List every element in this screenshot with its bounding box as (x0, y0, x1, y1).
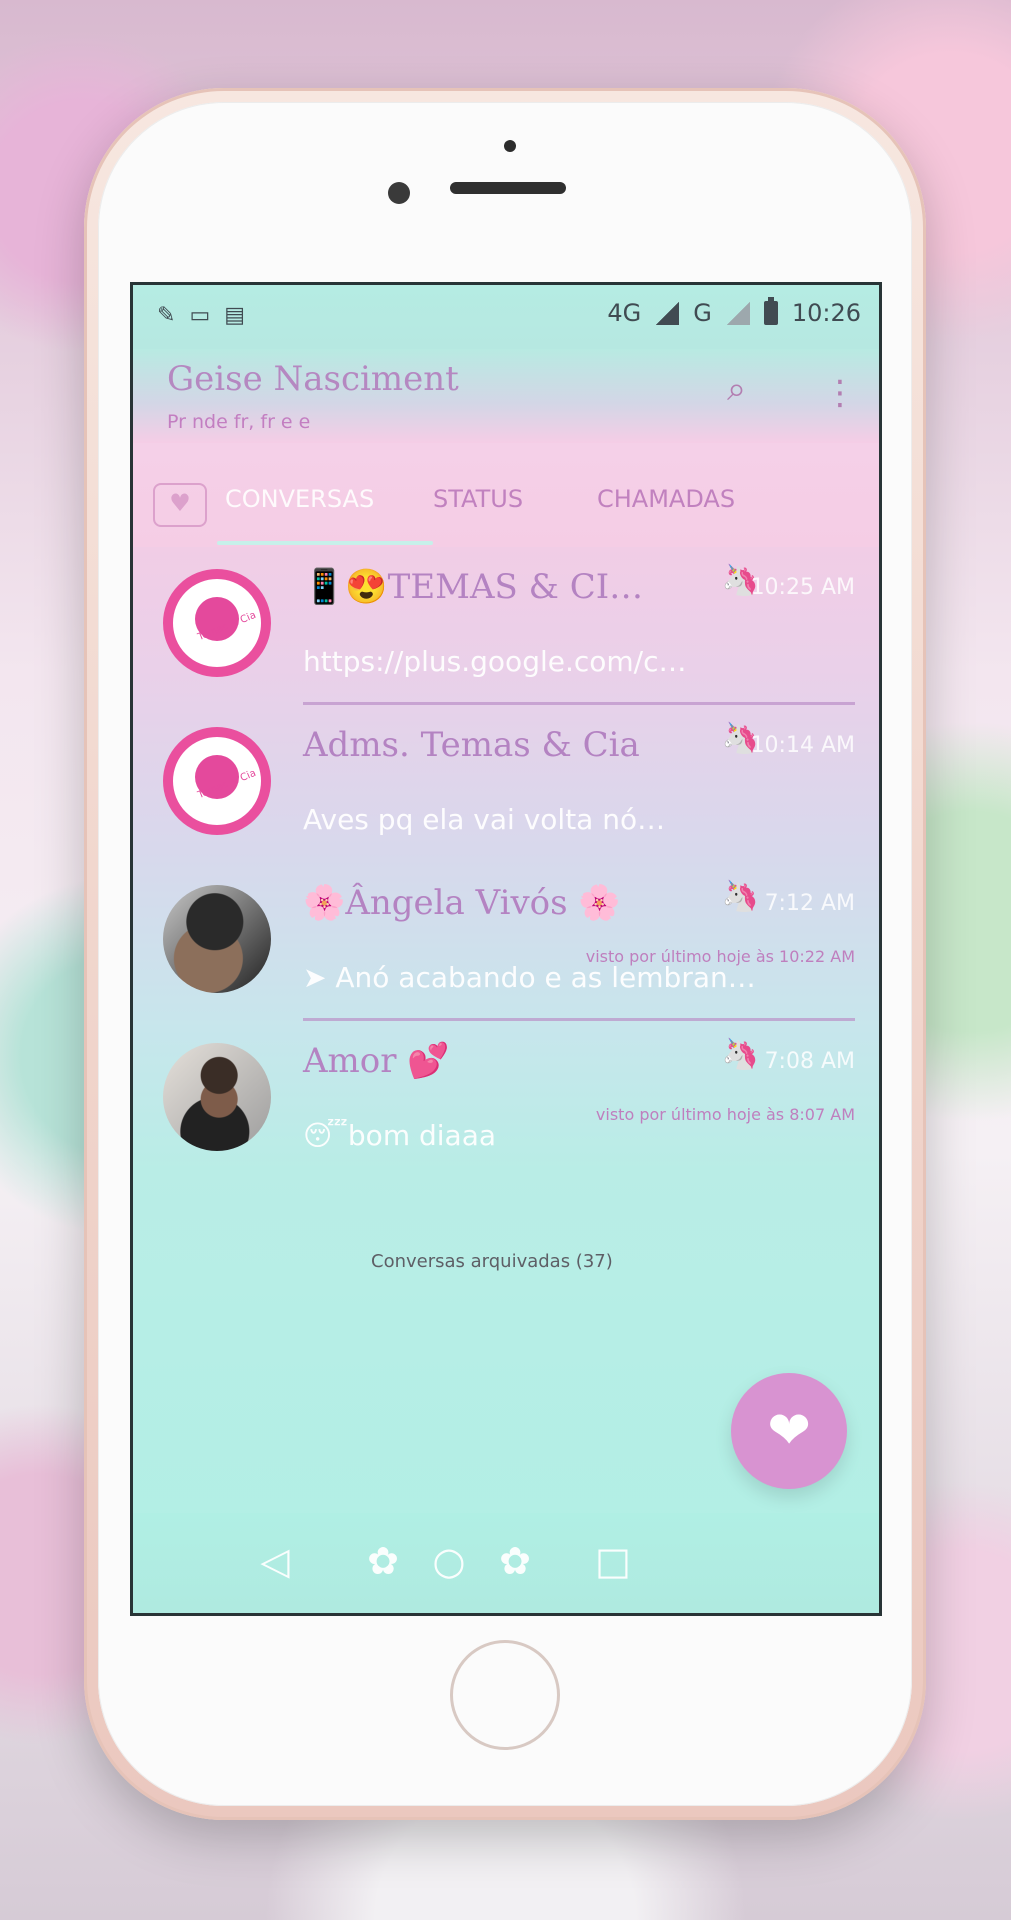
page-title: Geise Nasciment (167, 359, 459, 399)
back-icon[interactable]: ◁ (249, 1535, 301, 1587)
status-icons-right: 4G G 10:26 (607, 297, 861, 327)
navigation-bar: ◁ ✿ ○ ✿ □ (133, 1513, 879, 1613)
tab-chamadas[interactable]: CHAMADAS (597, 485, 735, 513)
avatar (163, 885, 271, 993)
chat-name: Adms. Temas & Cia (303, 725, 640, 765)
page-subtitle: Pr nde fr, fr e e (167, 411, 311, 433)
chat-time: 10:14 AM (750, 733, 855, 758)
search-icon[interactable]: ⌕ (727, 369, 777, 419)
tab-conversas[interactable]: CONVERSAS (225, 485, 374, 513)
tab-bar: ♥ CONVERSAS STATUS CHAMADAS (133, 443, 879, 547)
chat-time: 7:12 AM (764, 891, 855, 916)
status-bar: ✎ ▭ ▤ 4G G 10:26 (133, 285, 879, 349)
secondary-signal-icon (725, 301, 750, 325)
avatar (163, 727, 271, 835)
chat-preview: https://plus.google.com/c… (303, 645, 687, 678)
chat-name: 🌸Ângela Vivós 🌸 (303, 883, 621, 923)
chat-preview: ➤ Anó acabando e as lembran… (303, 961, 756, 994)
chat-row[interactable]: 🌸Ângela Vivós 🌸 🦄 7:12 AM visto por últi… (133, 863, 879, 1021)
camera-tab-icon[interactable]: ♥ (153, 483, 207, 527)
flower-icon: ✿ (499, 1539, 531, 1583)
chat-row[interactable]: 📱😍TEMAS & CI… 🦄 10:25 AM https://plus.go… (133, 547, 879, 705)
speaker-grille (450, 182, 566, 194)
front-camera (388, 182, 410, 204)
status-time: 10:26 (791, 299, 861, 327)
app-bar: Geise Nasciment Pr nde fr, fr e e ⌕ ⋮ (133, 349, 879, 443)
recent-apps-icon[interactable]: □ (587, 1535, 639, 1587)
more-options-icon[interactable]: ⋮ (823, 371, 857, 415)
battery-icon (763, 297, 778, 325)
home-button[interactable] (450, 1640, 560, 1750)
avatar (163, 1043, 271, 1151)
last-seen-text: visto por último hoje às 8:07 AM (595, 1105, 855, 1124)
chat-list: 📱😍TEMAS & CI… 🦄 10:25 AM https://plus.go… (133, 547, 879, 1551)
heart-plus-icon: ❤ (767, 1401, 811, 1461)
phone-screen: ✎ ▭ ▤ 4G G 10:26 Geise Nasciment Pr nde … (130, 282, 882, 1616)
avatar (163, 569, 271, 677)
chat-name: Amor 💕 (303, 1041, 450, 1081)
sensor (504, 140, 516, 152)
secondary-network-label: G (693, 299, 712, 327)
network-label: 4G (607, 299, 642, 327)
tab-status[interactable]: STATUS (433, 485, 523, 513)
active-tab-indicator (217, 541, 433, 545)
bandage-icon: ✎ (157, 303, 176, 328)
yellow-pony-icon: 🦄 (721, 1037, 759, 1072)
chat-row[interactable]: Amor 💕 🦄 7:08 AM visto por último hoje à… (133, 1021, 879, 1179)
archived-chats-link[interactable]: Conversas arquivadas (37) (371, 1251, 613, 1272)
chat-row[interactable]: Adms. Temas & Cia 🦄 10:14 AM Aves pq ela… (133, 705, 879, 863)
chat-time: 10:25 AM (750, 575, 855, 600)
home-icon[interactable]: ○ (423, 1535, 475, 1587)
chat-time: 7:08 AM (764, 1049, 855, 1074)
chat-preview: Aves pq ela vai volta nó… (303, 803, 666, 836)
chat-preview: 😴bom diaaa (303, 1119, 497, 1152)
inbox-icon: ▤ (224, 303, 246, 328)
signal-icon (655, 301, 680, 325)
gallery-icon: ▭ (189, 303, 211, 328)
flower-icon: ✿ (367, 1539, 399, 1583)
new-chat-button[interactable]: ❤ (731, 1373, 847, 1489)
status-icons-left: ✎ ▭ ▤ (157, 303, 245, 328)
blue-pony-icon: 🦄 (721, 879, 759, 914)
chat-name: 📱😍TEMAS & CI… (303, 567, 644, 607)
